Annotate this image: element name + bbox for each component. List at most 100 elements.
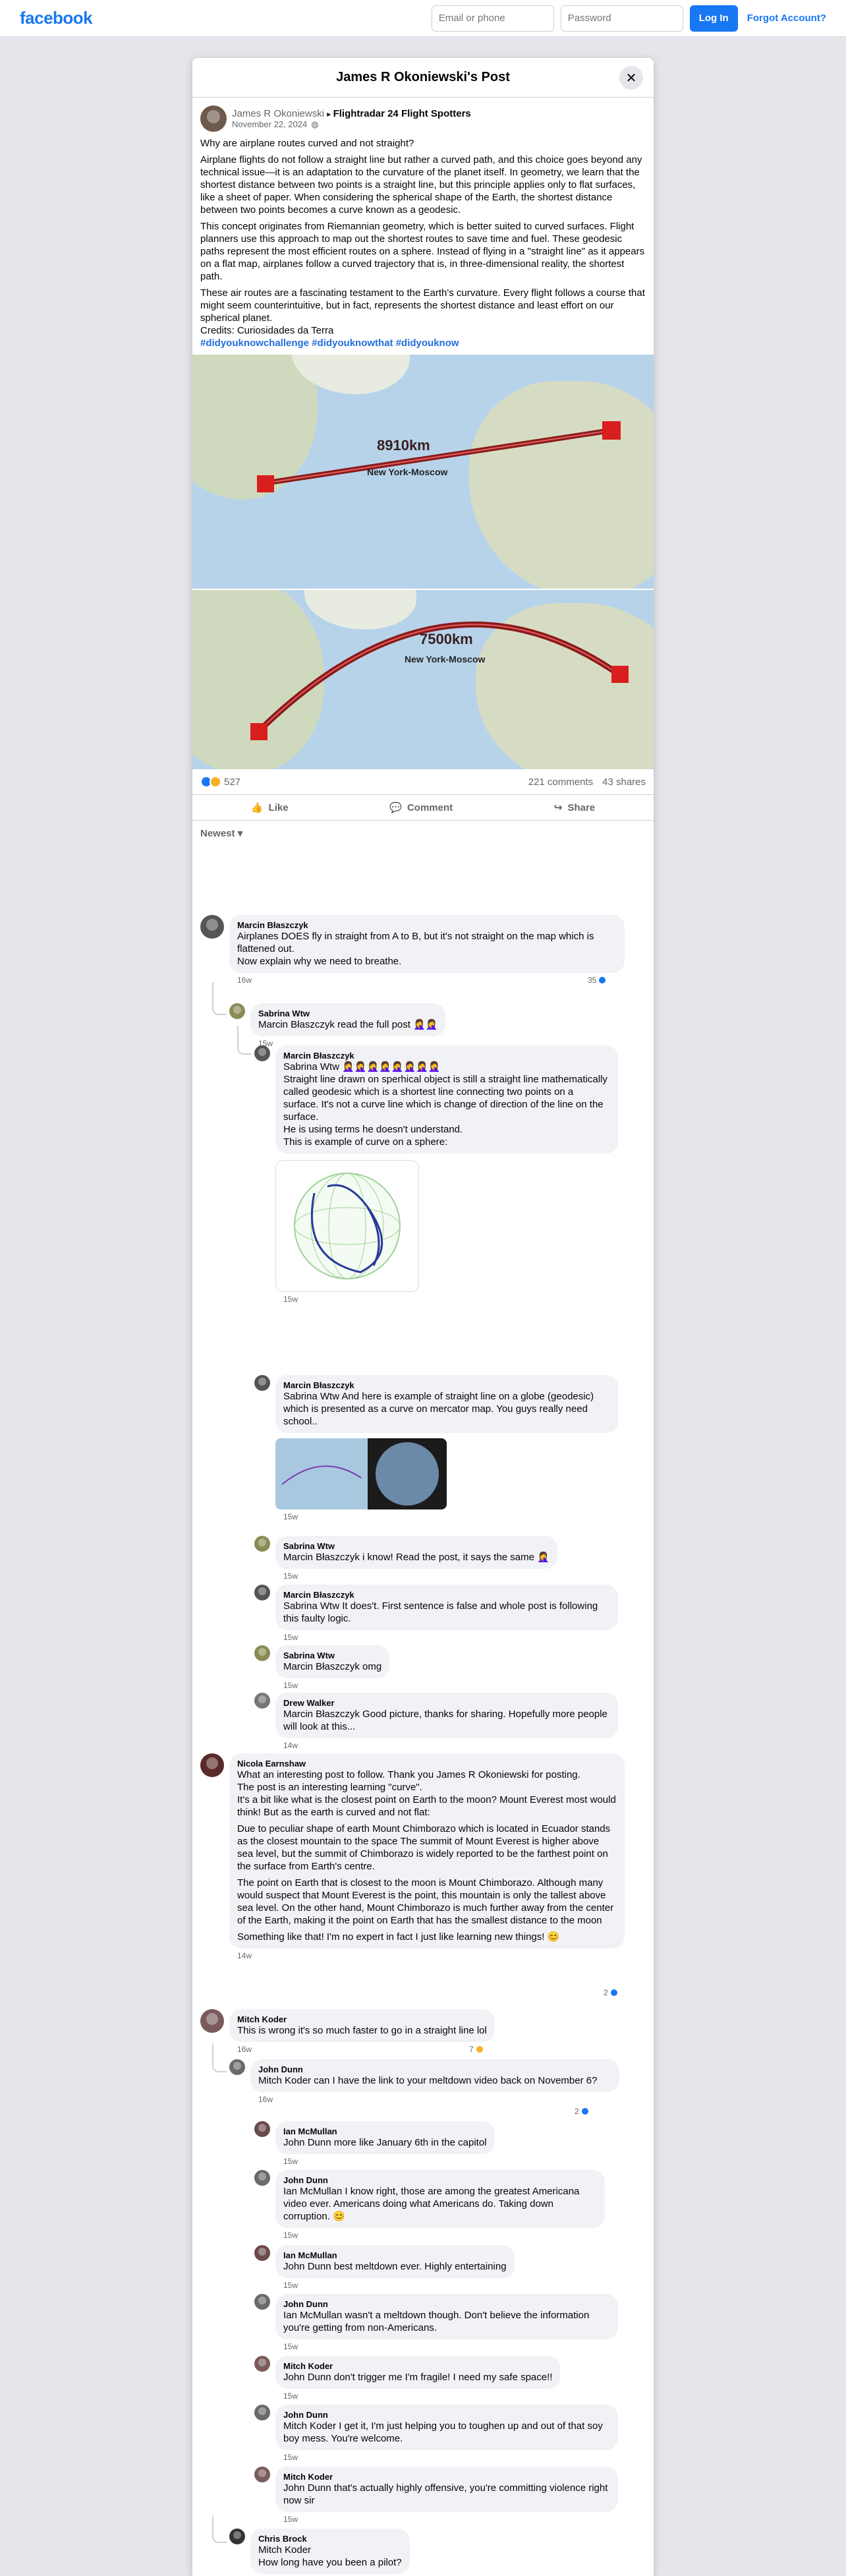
- comment-author[interactable]: Chris Brock: [258, 2534, 402, 2544]
- comment-bubble: Sabrina Wtw Marcin Błaszczyk read the fu…: [250, 1003, 446, 1036]
- like-button[interactable]: 👍 Like: [238, 798, 302, 817]
- avatar[interactable]: [254, 2245, 270, 2261]
- route-name-label: New York-Moscow: [405, 654, 486, 664]
- comment-reactions[interactable]: 35: [588, 976, 607, 985]
- avatar[interactable]: [229, 2529, 245, 2544]
- comment-time[interactable]: 16w: [237, 2045, 495, 2054]
- avatar[interactable]: [254, 1645, 270, 1661]
- comment-author[interactable]: Mitch Koder: [283, 2472, 610, 2482]
- avatar[interactable]: [254, 1693, 270, 1709]
- avatar[interactable]: [254, 1375, 270, 1391]
- post-image[interactable]: 8910km New York-Moscow 7500km New York-M…: [192, 355, 654, 769]
- avatar[interactable]: [254, 1045, 270, 1061]
- avatar[interactable]: [254, 2467, 270, 2482]
- avatar[interactable]: [200, 2009, 224, 2033]
- close-icon[interactable]: ✕: [619, 66, 643, 90]
- comment-time[interactable]: 15w: [283, 2342, 618, 2351]
- comment-bubble: Mitch Koder John Dunn don't trigger me I…: [275, 2356, 561, 2389]
- post-hashtags[interactable]: #didyouknowchallenge #didyouknowthat #di…: [200, 337, 646, 349]
- comment-time[interactable]: 15w: [283, 2231, 605, 2240]
- post-paragraph: Airplane flights do not follow a straigh…: [200, 154, 642, 216]
- comment-author[interactable]: Nicola Earnshaw: [237, 1759, 617, 1769]
- comment-author[interactable]: Ian McMullan: [283, 2126, 487, 2136]
- author-avatar[interactable]: [200, 105, 227, 132]
- comment-time[interactable]: 16w: [258, 2095, 619, 2104]
- comment-text: Marcin Błaszczyk i know! Read the post, …: [283, 1552, 550, 1563]
- reactions-summary[interactable]: 527: [200, 776, 240, 788]
- thread-line: [212, 982, 227, 1015]
- avatar[interactable]: [229, 2059, 245, 2075]
- avatar[interactable]: [254, 2356, 270, 2372]
- comment: Nicola Earnshaw What an interesting post…: [200, 1753, 625, 1960]
- share-icon: ↪: [553, 802, 563, 813]
- comment-reactions[interactable]: 2: [604, 1988, 619, 1997]
- comment-reply: John Dunn Ian McMullan wasn't a meltdown…: [254, 2294, 618, 2351]
- comment-time[interactable]: 15w: [283, 1295, 618, 1304]
- comment-author[interactable]: Mitch Koder: [283, 2361, 552, 2371]
- post-date[interactable]: November 22, 2024: [232, 119, 307, 129]
- comment-author[interactable]: Sabrina Wtw: [283, 1541, 550, 1551]
- shares-count[interactable]: 43 shares: [602, 776, 646, 788]
- avatar[interactable]: [229, 1003, 245, 1019]
- thread-line: [212, 2043, 227, 2072]
- globe-shape: [376, 1442, 439, 1506]
- comment-author[interactable]: Sabrina Wtw: [258, 1009, 437, 1018]
- comment-author[interactable]: Ian McMullan: [283, 2250, 507, 2260]
- like-reaction-icon: [598, 976, 607, 985]
- comment-time[interactable]: 15w: [283, 1633, 618, 1642]
- top-navigation-bar: facebook Log In Forgot Account?: [0, 0, 846, 37]
- comment-author[interactable]: John Dunn: [283, 2299, 610, 2309]
- avatar[interactable]: [254, 2170, 270, 2186]
- comment-author[interactable]: John Dunn: [283, 2410, 610, 2420]
- comment-author[interactable]: Marcin Błaszczyk: [237, 920, 617, 930]
- comment-time[interactable]: 15w: [283, 2391, 560, 2401]
- comment-author[interactable]: John Dunn: [283, 2175, 597, 2185]
- share-button[interactable]: ↪ Share: [541, 798, 608, 817]
- comment-reactions[interactable]: 7: [469, 2045, 484, 2054]
- avatar[interactable]: [254, 2121, 270, 2137]
- like-label: Like: [268, 802, 289, 813]
- email-field[interactable]: [431, 5, 554, 32]
- comment-author[interactable]: Marcin Błaszczyk: [283, 1051, 610, 1061]
- comment-reply: Ian McMullan John Dunn best meltdown eve…: [254, 2245, 515, 2290]
- avatar[interactable]: [254, 2405, 270, 2420]
- password-field[interactable]: [560, 5, 683, 32]
- group-name[interactable]: Flightradar 24 Flight Spotters: [333, 108, 471, 119]
- avatar[interactable]: [200, 1753, 224, 1777]
- comment-author[interactable]: Sabrina Wtw: [283, 1651, 381, 1660]
- comment-image-sphere[interactable]: [275, 1160, 419, 1292]
- comment-text: Mitch Koder I get it, I'm just helping y…: [283, 2420, 603, 2444]
- comment-time[interactable]: 14w: [237, 1951, 625, 1960]
- comment-time[interactable]: 15w: [283, 1571, 557, 1581]
- comment-button[interactable]: 💬 Comment: [376, 798, 466, 817]
- comment-time[interactable]: 15w: [283, 1681, 389, 1690]
- comment-text: John Dunn more like January 6th in the c…: [283, 2137, 487, 2148]
- comments-count[interactable]: 221 comments: [528, 776, 593, 788]
- comment-author[interactable]: Marcin Błaszczyk: [283, 1590, 610, 1600]
- comment-image-globe[interactable]: [275, 1438, 447, 1509]
- post-paragraph: Why are airplane routes curved and not s…: [200, 138, 414, 149]
- comment-reactions[interactable]: 2: [575, 2107, 590, 2116]
- avatar[interactable]: [254, 1585, 270, 1600]
- comment-time[interactable]: 15w: [283, 2453, 618, 2462]
- avatar[interactable]: [200, 915, 224, 939]
- comment-bubble: Sabrina Wtw Marcin Błaszczyk omg: [275, 1645, 390, 1678]
- comment-sort[interactable]: Newest ▾: [192, 821, 654, 846]
- facebook-logo[interactable]: facebook: [20, 8, 93, 28]
- login-button[interactable]: Log In: [689, 5, 738, 32]
- comment-reply: Sabrina Wtw Marcin Błaszczyk i know! Rea…: [254, 1536, 557, 1581]
- comment-time[interactable]: 15w: [283, 2515, 618, 2524]
- comment-time[interactable]: 15w: [283, 1512, 618, 1521]
- comment-author[interactable]: Mitch Koder: [237, 2014, 487, 2024]
- post-author[interactable]: James R Okoniewski: [232, 108, 324, 119]
- comment-time[interactable]: 14w: [283, 1741, 618, 1750]
- comment-time[interactable]: 15w: [283, 2157, 495, 2166]
- forgot-account-link[interactable]: Forgot Account?: [747, 13, 826, 24]
- comment-time[interactable]: 16w: [237, 976, 625, 985]
- comment-author[interactable]: Marcin Błaszczyk: [283, 1380, 610, 1390]
- comment-author[interactable]: John Dunn: [258, 2064, 611, 2074]
- comment-time[interactable]: 15w: [283, 2281, 515, 2290]
- comment-author[interactable]: Drew Walker: [283, 1698, 610, 1708]
- avatar[interactable]: [254, 1536, 270, 1552]
- avatar[interactable]: [254, 2294, 270, 2310]
